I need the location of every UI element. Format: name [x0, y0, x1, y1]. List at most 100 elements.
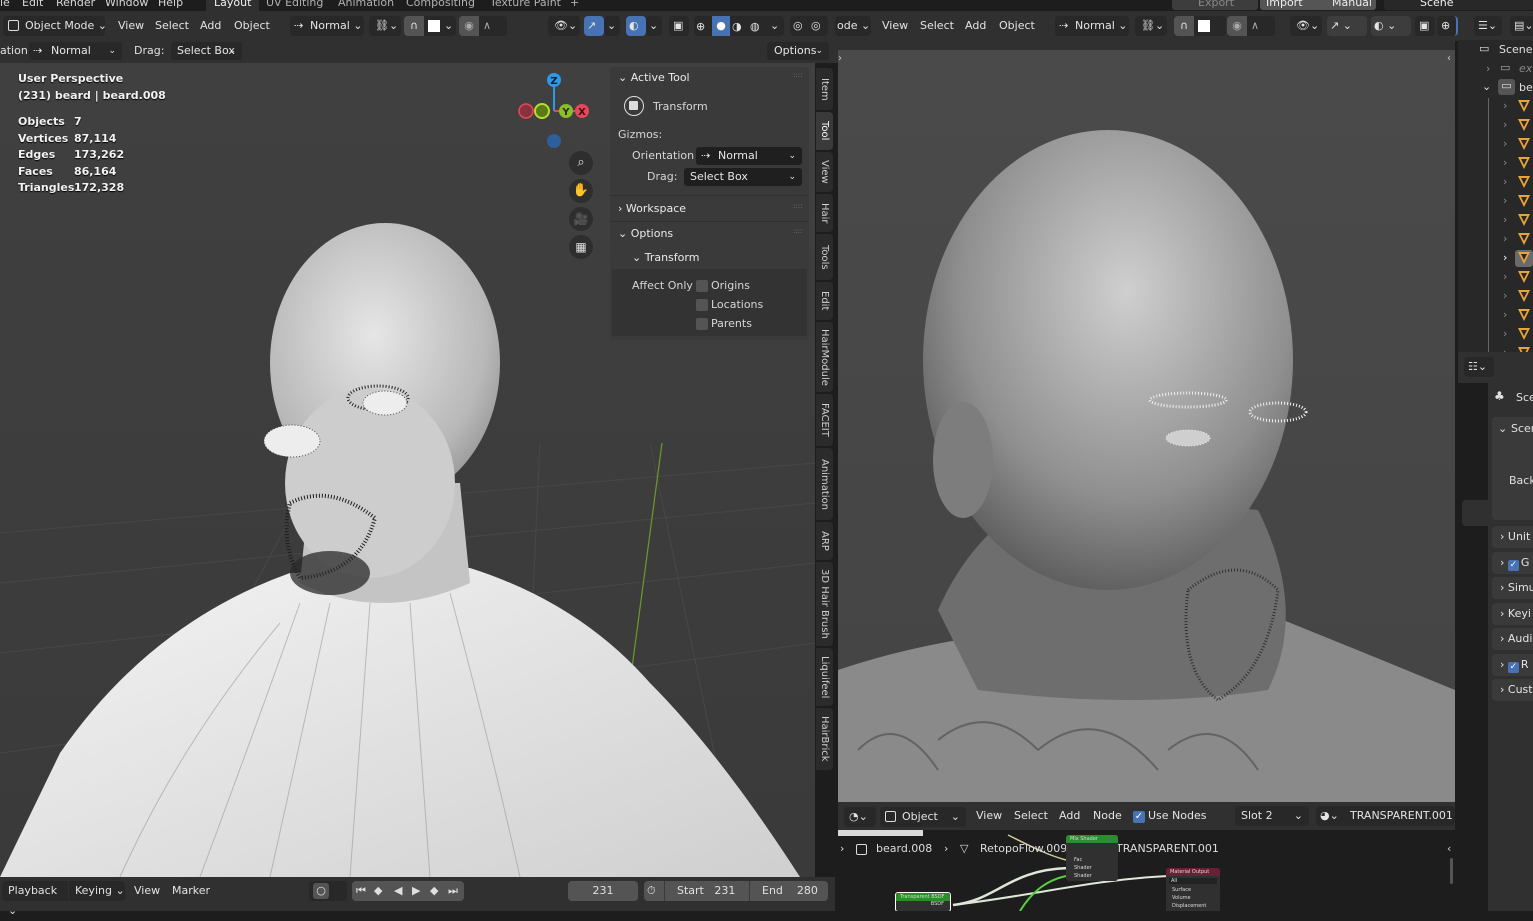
editor-type-dropdown[interactable]: ◔⌄: [844, 807, 876, 827]
xray-toggle[interactable]: ▣: [1415, 16, 1435, 36]
section-checkbox[interactable]: ✓: [1507, 559, 1519, 571]
neg-z-handle[interactable]: [547, 134, 561, 148]
timeline-marker-menu[interactable]: Marker: [172, 881, 210, 901]
outliner-mesh-row[interactable]: ›: [1458, 268, 1533, 287]
outliner-mesh-row[interactable]: ›: [1458, 306, 1533, 325]
section-checkbox[interactable]: ✓: [1507, 661, 1519, 673]
scene-panel-title[interactable]: Scen: [1511, 422, 1533, 435]
menu-select[interactable]: Select: [1014, 806, 1048, 826]
solid-shading-icon[interactable]: ●: [712, 16, 730, 36]
transform-subheader[interactable]: ⌄ Transform: [632, 251, 699, 264]
transparent-bsdf-node[interactable]: Transparent BSDF BSDF: [895, 892, 951, 911]
outliner-scene-row[interactable]: ▭ Scene C: [1458, 40, 1533, 59]
tool-orientation-dropdown[interactable]: ⇢ Normal ⌄: [29, 42, 122, 60]
socket-shader[interactable]: Shader: [1074, 864, 1118, 872]
socket-volume[interactable]: Volume: [1172, 894, 1220, 902]
outliner-collection-row[interactable]: ⌄ ▭ bea: [1458, 78, 1533, 97]
menu-add[interactable]: Add: [1059, 806, 1080, 826]
properties-section[interactable]: › Unit: [1492, 526, 1533, 548]
outliner-mesh-row[interactable]: ›: [1458, 116, 1533, 135]
keying-dropdown[interactable]: Keying ⌄: [69, 881, 125, 901]
menu-window[interactable]: Window: [105, 0, 148, 9]
tab-view[interactable]: View: [816, 152, 833, 192]
proportional-icon[interactable]: ◉: [1227, 16, 1247, 36]
tab-uv-editing[interactable]: UV Editing: [258, 0, 331, 11]
tab-compositing[interactable]: Compositing: [398, 0, 483, 11]
filter-dropdown[interactable]: ▤⌄: [1510, 16, 1533, 36]
orientation-dropdown[interactable]: ⇢ Normal ⌄: [290, 16, 364, 36]
menu-view[interactable]: View: [118, 16, 144, 36]
options-dropdown[interactable]: Options ⌄: [767, 42, 829, 60]
wireframe-shading-icon[interactable]: ⊕: [696, 17, 705, 37]
menu-add[interactable]: Add: [200, 16, 221, 36]
locations-checkbox[interactable]: [696, 299, 708, 311]
shader-type-dropdown[interactable]: Object ⌄: [880, 807, 966, 827]
tab-arp[interactable]: ARP: [816, 522, 833, 560]
chevron-down-icon[interactable]: ⌄: [1498, 422, 1507, 435]
gizmo-toggle[interactable]: ↗ ⌄: [1327, 16, 1367, 36]
menu-add[interactable]: Add: [965, 16, 986, 36]
neg-x-handle[interactable]: [518, 103, 534, 119]
ring-icon[interactable]: ◎: [793, 16, 803, 36]
material-output-node[interactable]: Material Output All Surface Volume Displ…: [1166, 868, 1220, 911]
pivot-dropdown[interactable]: ⛓⌄: [369, 16, 401, 36]
rendered-shading-icon[interactable]: ◍: [750, 17, 760, 37]
properties-section[interactable]: › ✓ G: [1492, 551, 1533, 574]
tab-liquifeel[interactable]: Liquifeel: [816, 648, 833, 706]
gizmo-toggle[interactable]: ↗: [584, 16, 604, 36]
expand-arrow-icon[interactable]: ›: [838, 53, 842, 64]
tool-drag-dropdown[interactable]: Select Box ⌄: [171, 42, 242, 60]
workspace-header[interactable]: › Workspace: [618, 202, 686, 215]
collapse-arrow-icon[interactable]: ‹: [1447, 842, 1451, 855]
outliner-mesh-row[interactable]: ›: [1458, 230, 1533, 249]
mode-dropdown[interactable]: ode ⌄: [835, 16, 871, 36]
timeline-view-menu[interactable]: View: [134, 881, 160, 901]
zoom-icon[interactable]: ⌕: [569, 151, 593, 175]
next-keyframe-icon[interactable]: ◆: [430, 881, 438, 901]
menu-object[interactable]: Object: [234, 16, 270, 36]
socket-surface[interactable]: Surface: [1172, 886, 1220, 894]
outliner-mesh-row[interactable]: ›: [1458, 135, 1533, 154]
material-shading-icon[interactable]: ◑: [732, 17, 742, 37]
menu-file[interactable]: le: [0, 0, 10, 9]
chevron-right-icon[interactable]: ›: [1503, 194, 1507, 207]
orientation-dropdown[interactable]: ⇢ Normal ⌄: [1055, 16, 1129, 36]
tab-tool[interactable]: Tool: [816, 112, 833, 150]
menu-node[interactable]: Node: [1093, 806, 1122, 826]
collapse-arrow-icon[interactable]: ‹: [1447, 53, 1451, 64]
use-nodes-checkbox[interactable]: ✓: [1133, 811, 1145, 823]
outliner-mesh-row[interactable]: ›: [1458, 192, 1533, 211]
menu-select[interactable]: Select: [920, 16, 954, 36]
play-icon[interactable]: ▶: [412, 881, 420, 901]
origins-checkbox[interactable]: [696, 280, 708, 292]
menu-view[interactable]: View: [882, 16, 908, 36]
manual-button[interactable]: Manual: [1312, 0, 1376, 10]
xray-toggle[interactable]: ▣: [669, 16, 689, 36]
right-3d-viewport[interactable]: › ‹: [838, 50, 1455, 802]
gizmo-drag-dropdown[interactable]: Select Box ⌄: [684, 168, 802, 186]
chevron-right-icon[interactable]: ›: [1503, 308, 1507, 321]
properties-section[interactable]: › Keyi: [1492, 602, 1533, 625]
outliner-mesh-row[interactable]: ›: [1458, 154, 1533, 173]
options-header[interactable]: ⌄ Options: [618, 227, 673, 240]
drag-handle-icon[interactable]: ::::: [793, 227, 802, 235]
shading-group[interactable]: ⊕ ● ◑ ◍ ⌄: [694, 16, 784, 36]
navigation-gizmo[interactable]: Z Y X: [515, 68, 595, 158]
visibility-dropdown[interactable]: 👁⌄: [548, 16, 580, 36]
add-workspace-button[interactable]: +: [562, 0, 587, 11]
mode-dropdown[interactable]: Object Mode ⌄: [3, 16, 107, 36]
overlay-extra-group[interactable]: ◎ ◎: [790, 16, 828, 36]
chevron-right-icon[interactable]: ›: [1503, 327, 1507, 340]
tab-animation[interactable]: Animation: [816, 448, 833, 520]
overlay-toggle[interactable]: ◐: [626, 16, 646, 36]
properties-section[interactable]: › Simu: [1492, 577, 1533, 599]
drag-handle-icon[interactable]: ::::: [793, 71, 802, 79]
node-editor-canvas[interactable]: › beard.008 › ▽ RetopoFlow.009 › ◕ TRANS…: [838, 830, 1455, 911]
jump-end-icon[interactable]: ⏭: [448, 881, 458, 901]
outliner-mesh-row[interactable]: ›: [1458, 211, 1533, 230]
export-button[interactable]: Export: [1172, 0, 1258, 10]
outliner-mesh-row[interactable]: ›: [1458, 287, 1533, 306]
menu-view[interactable]: View: [976, 806, 1002, 826]
magnet-icon[interactable]: ∩: [1174, 16, 1194, 36]
chevron-right-icon[interactable]: ›: [1503, 175, 1507, 188]
